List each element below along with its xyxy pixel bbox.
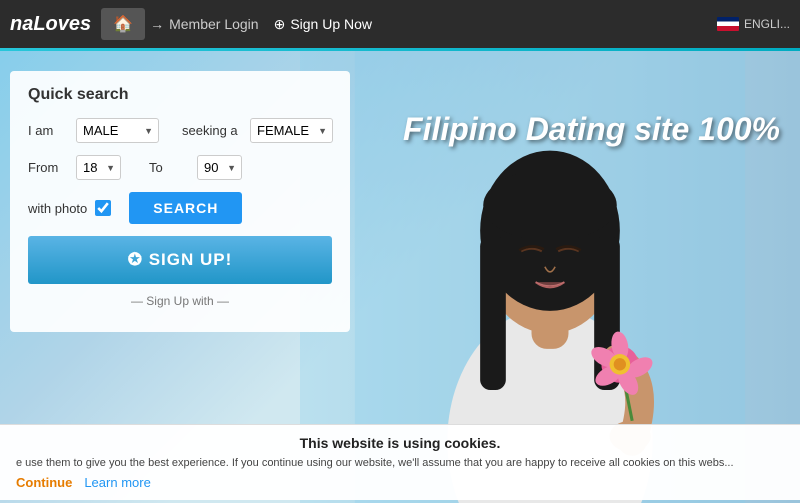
signup-nav-icon: ⊕	[274, 16, 286, 33]
cookie-actions: Continue Learn more	[16, 475, 784, 490]
from-select-wrapper: 18 19 20 25 30	[76, 155, 121, 180]
to-label: To	[149, 160, 189, 175]
to-select[interactable]: 90 80 70 60 50	[197, 155, 242, 180]
cookie-text: e use them to give you the best experien…	[16, 457, 784, 469]
to-select-wrapper: 90 80 70 60 50	[197, 155, 242, 180]
seeking-select-wrapper: FEMALE MALE	[250, 118, 333, 143]
i-am-select-wrapper: MALE FEMALE	[76, 118, 159, 143]
brand-logo: naLoves	[10, 13, 91, 36]
seeking-select[interactable]: FEMALE MALE	[250, 118, 333, 143]
big-signup-button[interactable]: ✪ SIGN UP!	[28, 236, 332, 284]
navbar: naLoves 🏠 → Member Login ⊕ Sign Up Now E…	[0, 0, 800, 48]
from-select[interactable]: 18 19 20 25 30	[76, 155, 121, 180]
search-panel: Quick search I am MALE FEMALE seeking a …	[10, 71, 350, 332]
lang-label: ENGLI...	[744, 17, 790, 31]
i-am-row: I am MALE FEMALE seeking a FEMALE MALE	[28, 118, 332, 143]
member-login-link[interactable]: → Member Login	[150, 16, 259, 32]
language-selector[interactable]: ENGLI...	[717, 17, 790, 31]
search-button[interactable]: SEARCH	[129, 192, 242, 224]
flag-icon	[717, 17, 739, 31]
i-am-select[interactable]: MALE FEMALE	[76, 118, 159, 143]
signup-with-text: — Sign Up with —	[28, 294, 332, 308]
from-label: From	[28, 160, 68, 175]
home-button[interactable]: 🏠	[101, 8, 145, 40]
with-photo-label: with photo	[28, 201, 87, 216]
hero-tagline: Filipino Dating site 100%	[403, 111, 780, 148]
search-panel-title: Quick search	[28, 86, 332, 104]
cookie-learn-more-link[interactable]: Learn more	[84, 475, 150, 490]
signup-nav-link[interactable]: ⊕ Sign Up Now	[274, 16, 372, 33]
cookie-continue-link[interactable]: Continue	[16, 475, 72, 490]
i-am-label: I am	[28, 123, 68, 138]
seeking-label: seeking a	[182, 123, 242, 138]
age-row: From 18 19 20 25 30 To 90 80 70 60 50	[28, 155, 332, 180]
photo-row: with photo SEARCH	[28, 192, 332, 224]
signup-nav-label: Sign Up Now	[290, 16, 372, 32]
cookie-bar: This website is using cookies. e use the…	[0, 424, 800, 500]
login-icon: →	[150, 16, 164, 32]
member-login-label: Member Login	[169, 16, 259, 32]
with-photo-checkbox[interactable]	[95, 200, 111, 216]
cookie-title: This website is using cookies.	[300, 435, 501, 451]
